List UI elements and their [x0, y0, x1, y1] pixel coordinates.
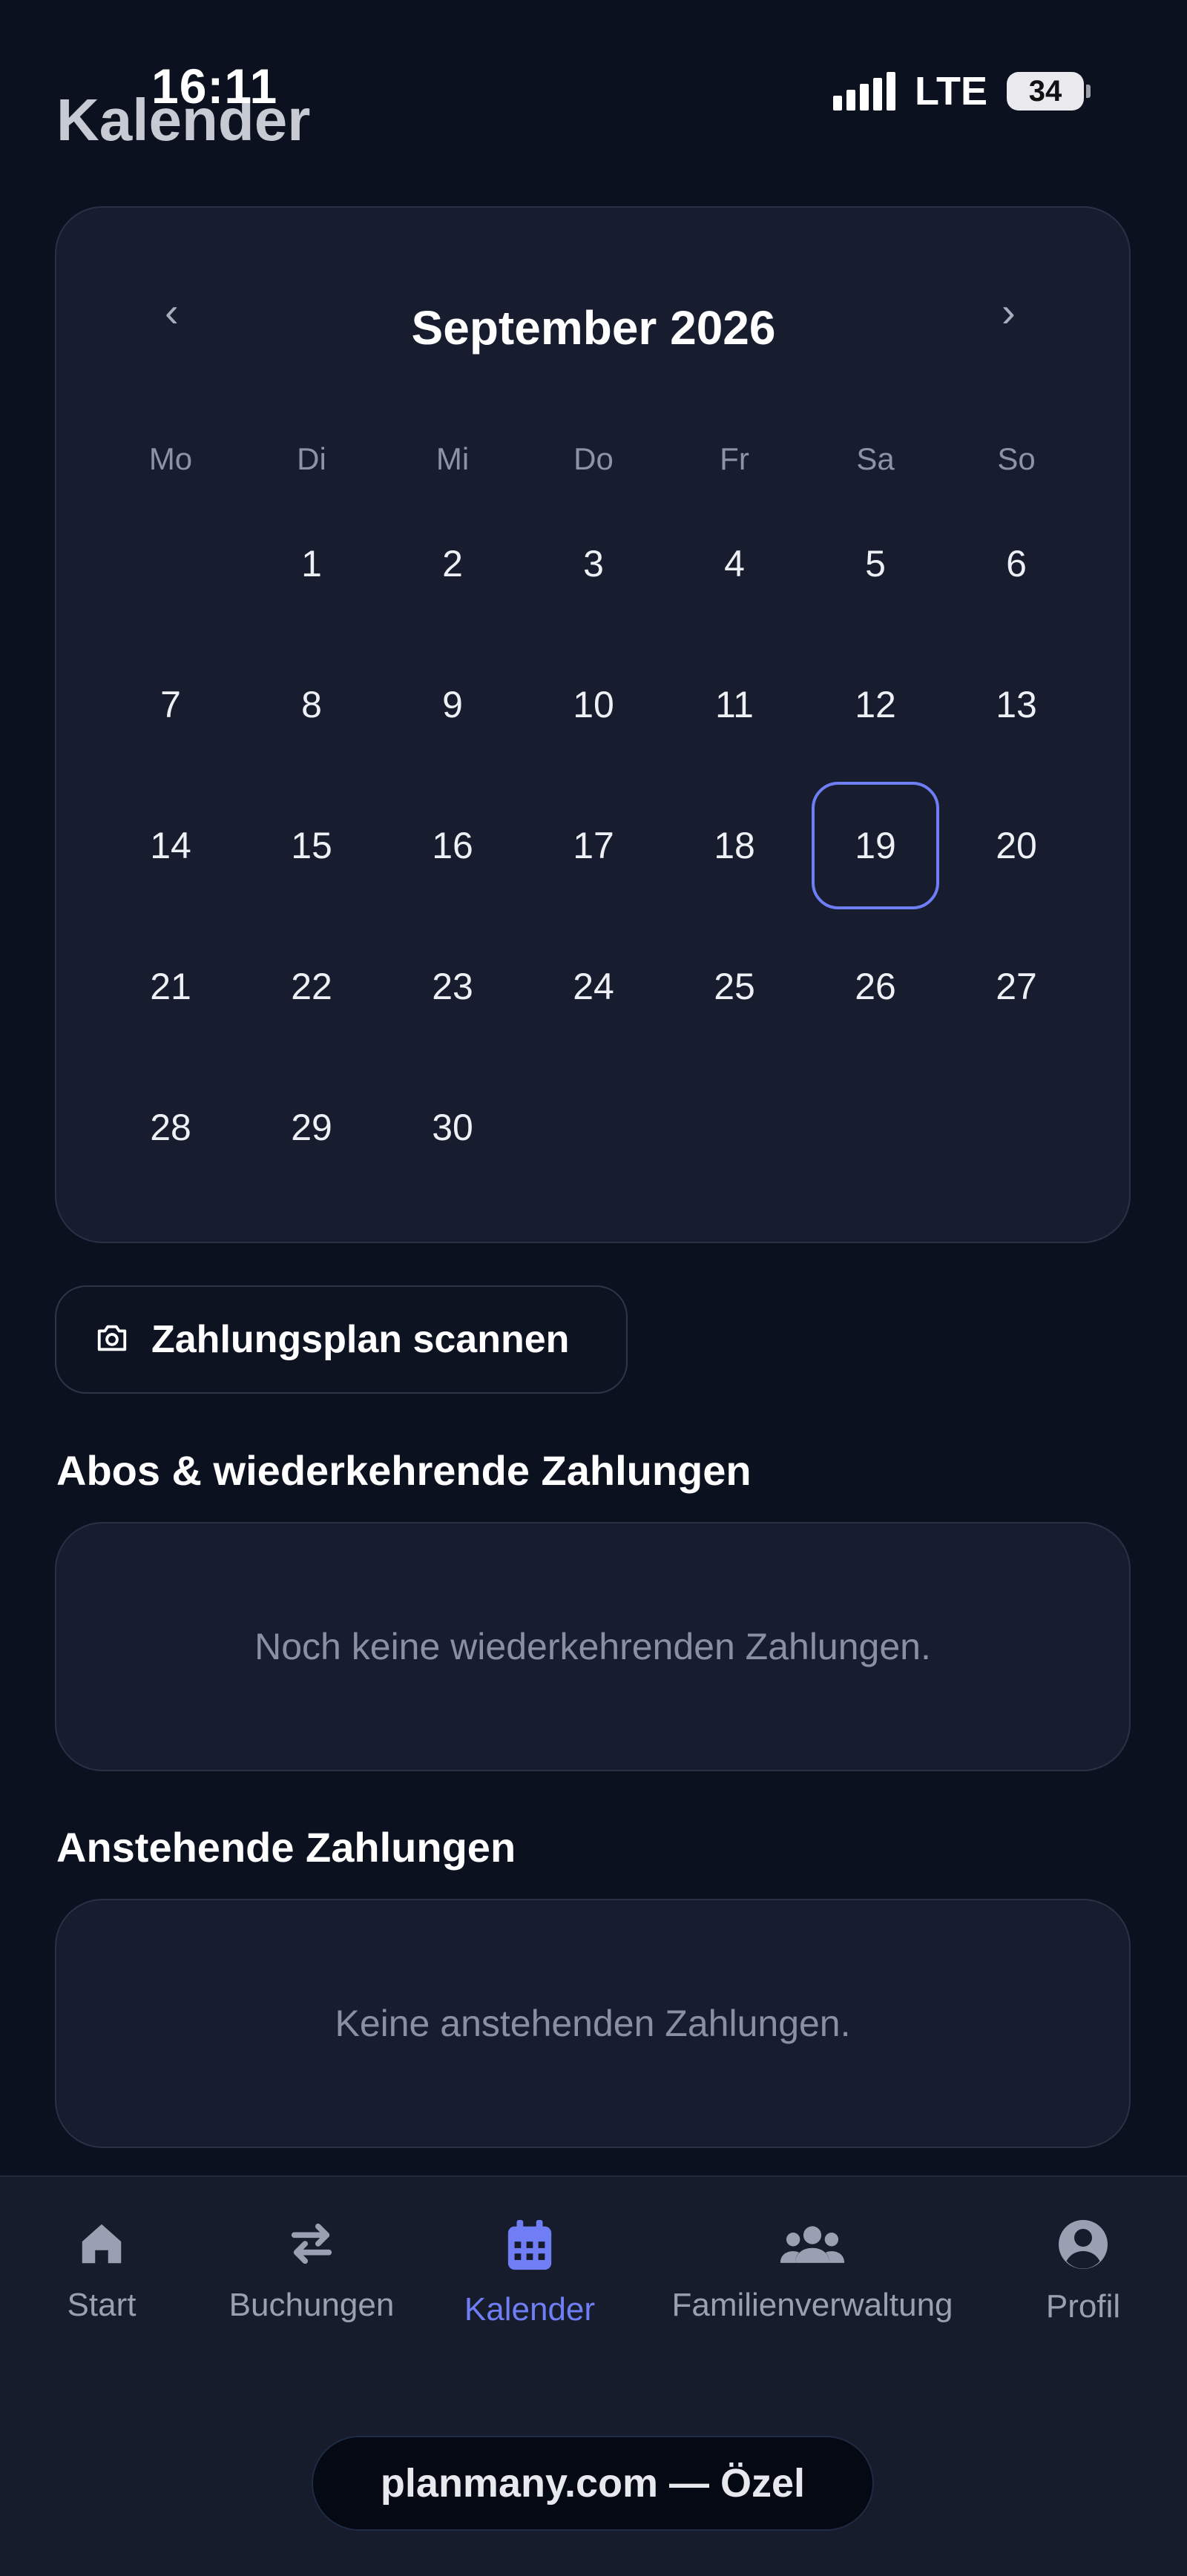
user-circle-icon — [1056, 2218, 1110, 2275]
calendar-day[interactable]: 28 — [107, 1064, 234, 1191]
calendar-day[interactable]: 24 — [530, 923, 657, 1050]
nav-item-kalender[interactable]: Kalender — [456, 2218, 604, 2328]
nav-item-familienverwaltung[interactable]: Familienverwaltung — [653, 2218, 972, 2324]
domain-label[interactable]: planmany.com — Özel — [312, 2436, 874, 2531]
weekday-label: Sa — [856, 441, 895, 476]
calendar-day[interactable]: 22 — [248, 923, 375, 1050]
people-icon — [778, 2218, 846, 2273]
calendar-day[interactable]: 18 — [671, 782, 798, 909]
nav-label: Buchungen — [228, 2287, 395, 2323]
calendar-day[interactable]: 30 — [389, 1064, 516, 1191]
calendar-day[interactable]: 14 — [107, 782, 234, 909]
subscriptions-empty-card: Noch keine wiederkehrenden Zahlungen. — [55, 1522, 1131, 1771]
calendar-day-selected[interactable]: 19 — [812, 782, 939, 909]
weekday-label: Fr — [720, 441, 749, 476]
network-label: LTE — [915, 69, 987, 113]
calendar-day[interactable]: 2 — [389, 500, 516, 627]
nav-item-start[interactable]: Start — [46, 2218, 157, 2324]
calendar-day[interactable]: 4 — [671, 500, 798, 627]
camera-icon — [95, 1323, 129, 1357]
status-indicators: LTE 34 — [833, 68, 1091, 114]
nav-label: Profil — [1045, 2288, 1121, 2325]
calendar-day[interactable]: 17 — [530, 782, 657, 909]
weekday-label: Di — [297, 441, 326, 476]
calendar-day[interactable]: 12 — [812, 641, 939, 768]
upcoming-title: Anstehende Zahlungen — [56, 1824, 516, 1871]
calendar-day[interactable]: 3 — [530, 500, 657, 627]
calendar-icon — [504, 2218, 556, 2278]
nav-label: Kalender — [464, 2291, 596, 2328]
transfer-arrows-icon — [286, 2218, 338, 2273]
calendar-day[interactable]: 21 — [107, 923, 234, 1050]
signal-icon — [833, 72, 896, 111]
calendar-day[interactable]: 20 — [953, 782, 1080, 909]
status-time: 16:11 — [151, 59, 278, 113]
calendar-day[interactable]: 8 — [248, 641, 375, 768]
weekday-label: So — [997, 441, 1036, 476]
calendar-day[interactable]: 1 — [248, 500, 375, 627]
calendar-day[interactable]: 13 — [953, 641, 1080, 768]
calendar-day[interactable]: 29 — [248, 1064, 375, 1191]
upcoming-empty-card: Keine anstehenden Zahlungen. — [55, 1899, 1131, 2148]
calendar-day[interactable]: 16 — [389, 782, 516, 909]
scan-payment-plan-button[interactable]: Zahlungsplan scannen — [55, 1285, 628, 1394]
calendar-day[interactable]: 7 — [107, 641, 234, 768]
calendar-day[interactable]: 27 — [953, 923, 1080, 1050]
upcoming-empty-text: Keine anstehenden Zahlungen. — [335, 2003, 851, 2044]
nav-label: Familienverwaltung — [671, 2287, 953, 2323]
battery-level: 34 — [1007, 72, 1084, 111]
calendar-day[interactable]: 6 — [953, 500, 1080, 627]
next-month-button[interactable]: › — [1002, 288, 1016, 336]
nav-item-profil[interactable]: Profil — [1024, 2218, 1142, 2325]
weekday-label: Mo — [148, 441, 193, 476]
calendar-day[interactable]: 15 — [248, 782, 375, 909]
calendar-day[interactable]: 11 — [671, 641, 798, 768]
calendar-day[interactable]: 23 — [389, 923, 516, 1050]
weekday-label: Do — [573, 441, 614, 476]
calendar-day[interactable]: 26 — [812, 923, 939, 1050]
nav-item-buchungen[interactable]: Buchungen — [215, 2218, 408, 2324]
calendar-day[interactable]: 5 — [812, 500, 939, 627]
scan-button-label: Zahlungsplan scannen — [151, 1318, 570, 1361]
weekday-label: Mi — [435, 441, 470, 476]
battery-icon: 34 — [1007, 72, 1091, 111]
calendar-day[interactable]: 25 — [671, 923, 798, 1050]
calendar-day[interactable]: 9 — [389, 641, 516, 768]
calendar-day[interactable]: 10 — [530, 641, 657, 768]
subscriptions-title: Abos & wiederkehrende Zahlungen — [56, 1447, 752, 1494]
subscriptions-empty-text: Noch keine wiederkehrenden Zahlungen. — [254, 1626, 931, 1667]
home-icon — [76, 2218, 128, 2273]
nav-label: Start — [67, 2287, 137, 2323]
